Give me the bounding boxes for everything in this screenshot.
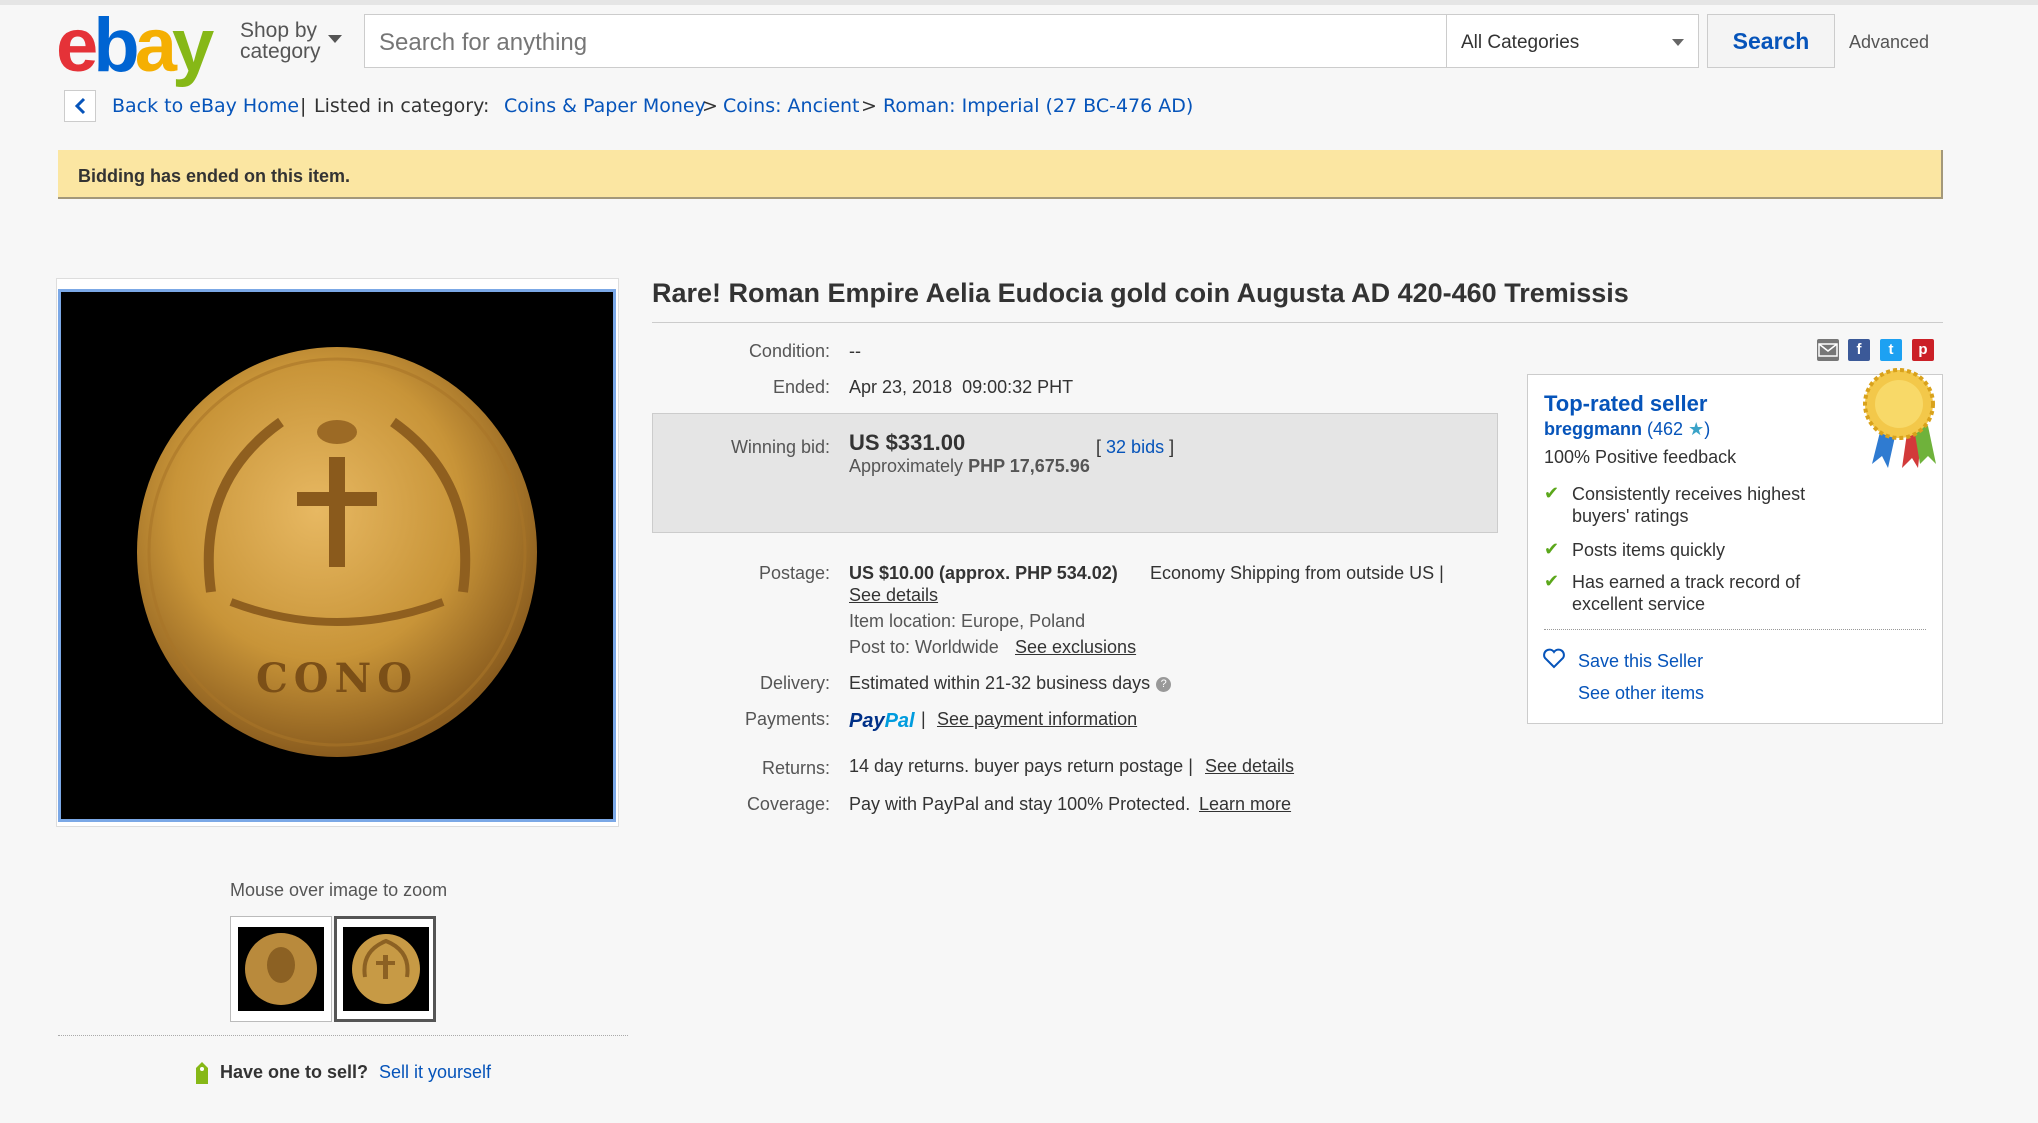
caret-down-icon xyxy=(1672,39,1684,46)
payment-info-link[interactable]: See payment information xyxy=(937,709,1137,730)
star-icon: ★ xyxy=(1688,419,1705,439)
shop-by-line2: category xyxy=(240,40,321,63)
breadcrumb-separator: | xyxy=(300,95,307,117)
back-arrow-icon xyxy=(74,97,86,115)
heart-icon[interactable] xyxy=(1542,647,1566,669)
seller-score-close: ) xyxy=(1704,419,1711,439)
bid-bracket-close: ] xyxy=(1169,437,1175,457)
condition-value: -- xyxy=(849,341,861,361)
seller-score[interactable]: (462 xyxy=(1647,419,1683,439)
ended-label: Ended: xyxy=(772,377,830,397)
ribbon-icon xyxy=(1863,368,1936,468)
twitter-icon[interactable]: t xyxy=(1880,339,1902,361)
check-icon: ✔ xyxy=(1544,483,1560,503)
thumbnail-image xyxy=(343,927,429,1011)
advanced-search-link[interactable]: Advanced xyxy=(1849,32,1929,53)
bid-count: [ 32 bids ] xyxy=(1096,437,1174,458)
coin-inscription: CONO xyxy=(256,655,418,702)
breadcrumb-arrow: > xyxy=(861,95,877,117)
sell-it-yourself-link[interactable]: Sell it yourself xyxy=(379,1062,491,1083)
condition-label: Condition: xyxy=(748,341,830,361)
returns-value: 14 day returns. buyer pays return postag… xyxy=(849,756,1193,776)
coverage-value: Pay with PayPal and stay 100% Protected. xyxy=(849,794,1191,814)
postage-details-link[interactable]: See details xyxy=(849,585,938,606)
back-button[interactable] xyxy=(64,90,96,122)
title-divider xyxy=(652,322,1943,323)
have-one-to-sell: Have one to sell? xyxy=(220,1062,369,1082)
winning-bid-amount: US $331.00 xyxy=(849,430,966,455)
thumbnail-2[interactable] xyxy=(334,916,436,1022)
item-location: Item location: Europe, Poland xyxy=(849,611,1086,631)
breadcrumb-roman-imperial[interactable]: Roman: Imperial (27 BC-476 AD) xyxy=(883,95,1193,117)
payments-label: Payments: xyxy=(744,709,830,729)
returns-label: Returns: xyxy=(761,758,830,778)
thumbnail-image xyxy=(238,927,324,1011)
payment-separator: | xyxy=(921,709,926,729)
check-icon: ✔ xyxy=(1544,539,1560,559)
approx-prefix: Approximately xyxy=(849,456,964,476)
category-select[interactable]: All Categories xyxy=(1446,14,1699,68)
delivery-label: Delivery: xyxy=(759,673,830,693)
see-other-items-link[interactable]: See other items xyxy=(1578,683,1704,704)
bidding-ended-notice: Bidding has ended on this item. xyxy=(58,150,1943,199)
approx-price: Approximately PHP 17,675.96 xyxy=(849,456,1090,477)
ended-value: Apr 23, 2018 09:00:32 PHT xyxy=(849,377,1074,397)
seller-name: breggmann (462 ★) xyxy=(1544,419,1710,440)
post-to: Post to: Worldwide xyxy=(849,637,999,657)
postage-method: Economy Shipping from outside US | xyxy=(1150,563,1444,583)
zoom-hint: Mouse over image to zoom xyxy=(230,880,448,900)
paypal-logo: PayPal xyxy=(849,710,915,732)
seller-name-link[interactable]: breggmann xyxy=(1544,419,1642,439)
postage-value: US $10.00 (approx. PHP 534.02) xyxy=(849,563,1118,583)
seller-divider xyxy=(1544,629,1926,630)
email-icon[interactable] xyxy=(1817,339,1839,361)
bid-history-link[interactable]: 32 bids xyxy=(1106,437,1164,457)
see-exclusions-link[interactable]: See exclusions xyxy=(1015,637,1136,658)
learn-more-link[interactable]: Learn more xyxy=(1199,794,1291,815)
postage-label: Postage: xyxy=(758,563,830,583)
save-seller-link[interactable]: Save this Seller xyxy=(1578,651,1703,672)
approx-value: PHP 17,675.96 xyxy=(968,456,1090,476)
thumbnail-1[interactable] xyxy=(230,916,332,1022)
info-icon[interactable]: ? xyxy=(1156,677,1172,692)
item-title: Rare! Roman Empire Aelia Eudocia gold co… xyxy=(652,278,1629,308)
pinterest-icon[interactable]: p xyxy=(1912,339,1934,361)
check-icon: ✔ xyxy=(1544,571,1560,591)
facebook-icon[interactable]: f xyxy=(1848,339,1870,361)
top-rated-seller-badge[interactable]: Top-rated seller xyxy=(1544,391,1707,417)
bid-bracket-open: [ xyxy=(1096,437,1102,457)
delivery-text: Estimated within 21-32 business days xyxy=(849,673,1151,693)
main-item-image[interactable]: CONO xyxy=(58,289,616,822)
breadcrumb-coins-ancient[interactable]: Coins: Ancient xyxy=(723,95,860,117)
gold-coin-image: CONO xyxy=(137,347,537,757)
search-input[interactable]: Search for anything xyxy=(364,14,1447,68)
winning-bid-label: Winning bid: xyxy=(730,437,830,457)
divider xyxy=(58,1035,628,1036)
breadcrumb-coins-paper-money[interactable]: Coins & Paper Money xyxy=(504,95,706,117)
coverage-label: Coverage: xyxy=(746,794,830,814)
shop-by-category[interactable]: Shop by category xyxy=(240,19,342,63)
category-value: All Categories xyxy=(1461,32,1580,53)
listed-in-label: Listed in category: xyxy=(314,95,490,117)
search-button[interactable]: Search xyxy=(1707,14,1835,68)
delivery-value: Estimated within 21-32 business days? xyxy=(849,673,1172,694)
caret-down-icon xyxy=(328,35,342,43)
back-to-home-link[interactable]: Back to eBay Home xyxy=(112,95,299,117)
top-border xyxy=(0,0,2038,5)
ebay-logo[interactable]: ebay xyxy=(56,8,214,84)
price-tag-icon xyxy=(192,1060,212,1091)
returns-details-link[interactable]: See details xyxy=(1205,756,1294,777)
shop-by-line1: Shop by xyxy=(240,19,318,42)
positive-feedback: 100% Positive feedback xyxy=(1544,447,1737,467)
breadcrumb-arrow: > xyxy=(702,95,718,117)
